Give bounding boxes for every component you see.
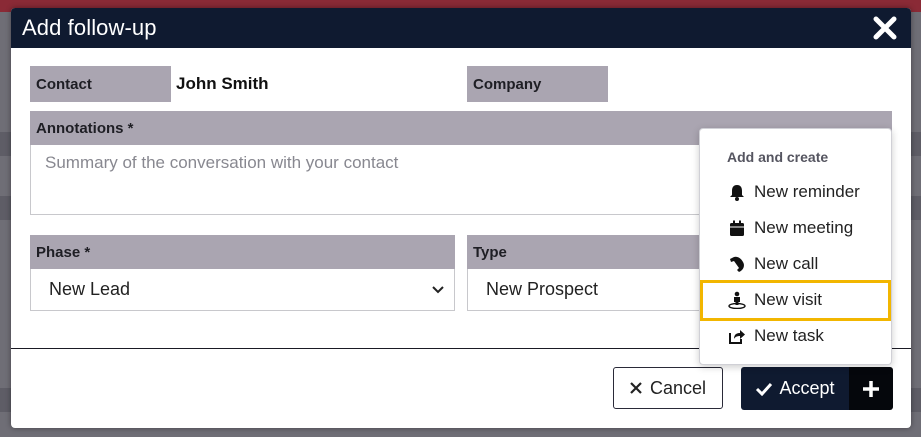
company-label: Company: [467, 66, 608, 102]
close-icon: [873, 16, 897, 40]
add-follow-up-dialog: Add follow-up Contact John Smith Company…: [11, 8, 911, 428]
cancel-label: Cancel: [649, 377, 707, 398]
phone-icon: [728, 255, 746, 273]
menu-item-label: New meeting: [754, 218, 854, 237]
bell-icon: [728, 183, 746, 201]
menu-item-label: New call: [754, 254, 819, 273]
menu-item-new-meeting[interactable]: New meeting: [700, 210, 893, 246]
menu-item-label: New reminder: [754, 182, 860, 201]
check-icon: [756, 382, 773, 396]
calendar-icon: [728, 219, 746, 237]
contact-value: John Smith: [176, 74, 269, 93]
add-and-create-button[interactable]: [849, 367, 893, 410]
plus-icon: [863, 380, 879, 397]
dialog-header: Add follow-up: [11, 8, 911, 48]
accept-label: Accept: [779, 378, 835, 398]
menu-item-new-task[interactable]: New task: [700, 318, 893, 354]
phase-selected-value: New Lead: [49, 279, 131, 299]
dialog-title: Add follow-up: [22, 15, 157, 40]
chevron-down-icon: [432, 285, 444, 293]
type-selected-value: New Prospect: [486, 279, 599, 299]
contact-label: Contact: [30, 66, 171, 102]
visit-person-icon: [728, 291, 746, 309]
phase-select[interactable]: New Lead: [30, 269, 455, 311]
close-button[interactable]: [869, 12, 901, 44]
phase-label: Phase *: [30, 235, 455, 269]
share-task-icon: [728, 327, 746, 345]
menu-item-label: New visit: [754, 290, 823, 309]
menu-item-new-call[interactable]: New call: [700, 246, 893, 282]
accept-button-group: Accept: [741, 367, 893, 410]
accept-button[interactable]: Accept: [741, 367, 849, 410]
menu-item-label: New task: [754, 326, 824, 345]
cancel-button[interactable]: Cancel: [613, 367, 723, 409]
menu-header: Add and create: [727, 149, 829, 165]
menu-item-new-visit[interactable]: New visit: [700, 282, 893, 318]
annotations-placeholder: Summary of the conversation with your co…: [45, 153, 399, 172]
close-icon: [630, 382, 642, 394]
menu-item-new-reminder[interactable]: New reminder: [700, 174, 893, 210]
add-and-create-menu: Add and create New reminder New meeting …: [699, 128, 892, 365]
